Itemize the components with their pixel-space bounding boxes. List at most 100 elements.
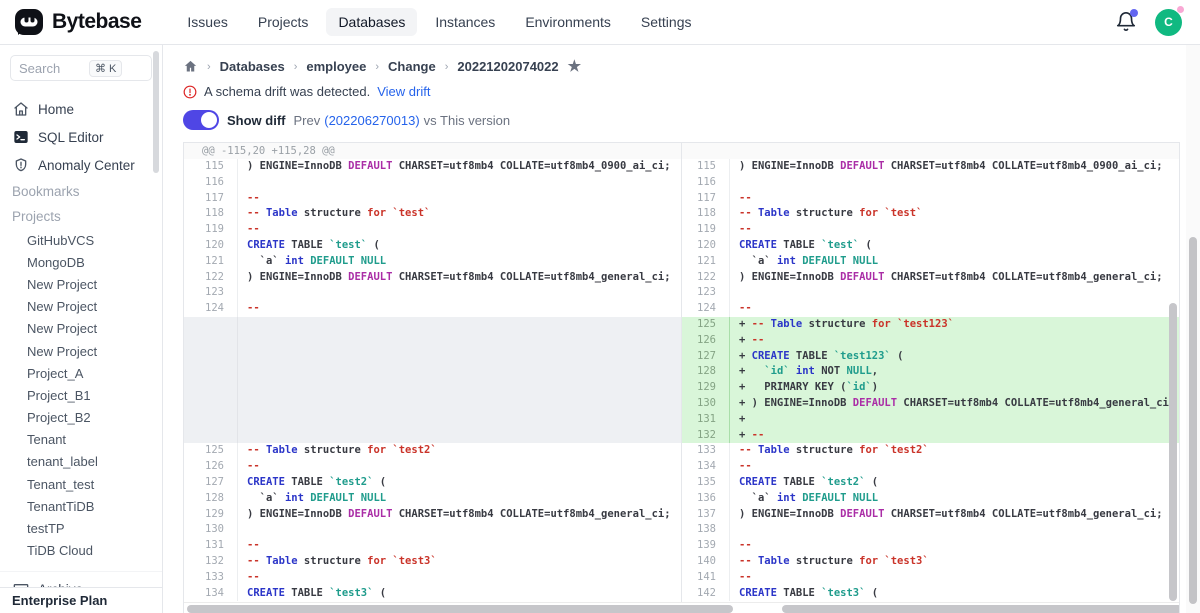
diff-line: 134--: [682, 459, 1179, 475]
project-item[interactable]: Tenant_test: [0, 473, 162, 495]
code-text: --: [730, 538, 1179, 554]
project-item[interactable]: GitHubVCS: [0, 229, 162, 251]
sidebar-item-sql-editor[interactable]: SQL Editor: [0, 123, 162, 151]
code-text: + PRIMARY KEY (`id`): [730, 380, 1179, 396]
project-item[interactable]: Project_A: [0, 362, 162, 384]
diff-horizontal-scrollbar-right[interactable]: [782, 605, 1180, 613]
line-number: 120: [682, 238, 730, 254]
line-number: 115: [184, 159, 238, 175]
breadcrumb-item[interactable]: employee: [306, 59, 366, 74]
sidebar-nav: Home SQL Editor Anomaly Center: [0, 95, 162, 179]
line-number: 118: [682, 206, 730, 222]
line-number: 131: [184, 538, 238, 554]
diff-line: 124--: [682, 301, 1179, 317]
project-item[interactable]: testTP: [0, 517, 162, 539]
page-scrollbar-thumb[interactable]: [1189, 237, 1197, 604]
diff-line: 119--: [184, 222, 681, 238]
show-diff-label: Show diff: [227, 113, 286, 128]
nav-item-projects[interactable]: Projects: [246, 8, 321, 36]
favorite-star-icon[interactable]: ★: [568, 59, 581, 74]
breadcrumb-item[interactable]: 20221202074022: [457, 59, 558, 74]
line-number: 124: [184, 301, 238, 317]
sidebar-item-home[interactable]: Home: [0, 95, 162, 123]
diff-line-added: 125+ -- Table structure for `test123`: [682, 317, 1179, 333]
diff-horizontal-scrollbar-left[interactable]: [187, 605, 733, 613]
project-item[interactable]: TenantTiDB: [0, 495, 162, 517]
nav-item-environments[interactable]: Environments: [513, 8, 623, 36]
code-text: ) ENGINE=InnoDB DEFAULT CHARSET=utf8mb4 …: [238, 270, 681, 286]
nav-item-issues[interactable]: Issues: [175, 8, 239, 36]
diff-line-added: 128+ `id` int NOT NULL,: [682, 364, 1179, 380]
diff-empty-block: [184, 317, 681, 443]
code-text: + --: [730, 428, 1179, 444]
search-input[interactable]: [19, 61, 89, 76]
breadcrumb-item[interactable]: Change: [388, 59, 436, 74]
code-text: -- Table structure for `test2`: [238, 443, 681, 459]
sidebar-scrollbar[interactable]: [153, 51, 159, 173]
sidebar-item-label: SQL Editor: [38, 130, 104, 145]
line-number: 141: [682, 570, 730, 586]
project-item[interactable]: Project_B1: [0, 384, 162, 406]
user-avatar[interactable]: C: [1155, 9, 1182, 36]
project-item[interactable]: New Project: [0, 340, 162, 362]
code-text: ) ENGINE=InnoDB DEFAULT CHARSET=utf8mb4 …: [238, 507, 681, 523]
diff-pane-vertical-scrollbar[interactable]: [1169, 303, 1177, 601]
line-number: 125: [184, 443, 238, 459]
line-number: 132: [682, 428, 730, 444]
diff-line: 135CREATE TABLE `test2` (: [682, 475, 1179, 491]
project-item[interactable]: New Project: [0, 273, 162, 295]
line-number: 115: [682, 159, 730, 175]
bytebase-logo[interactable]: Bytebase: [14, 7, 141, 37]
diff-line-added: 129+ PRIMARY KEY (`id`): [682, 380, 1179, 396]
code-text: + `id` int NOT NULL,: [730, 364, 1179, 380]
diff-line: 121 `a` int DEFAULT NULL: [184, 254, 681, 270]
line-number-gutter: [184, 317, 238, 443]
line-number: 122: [682, 270, 730, 286]
diff-line: 121 `a` int DEFAULT NULL: [682, 254, 1179, 270]
line-number: 136: [682, 491, 730, 507]
prev-version-link[interactable]: (202206270013): [324, 113, 419, 128]
breadcrumb-home-icon[interactable]: [183, 59, 198, 74]
code-text: -- Table structure for `test3`: [730, 554, 1179, 570]
show-diff-toggle[interactable]: [183, 110, 219, 130]
diff-hunk-header: @@ -115,20 +115,28 @@: [184, 143, 681, 159]
nav-item-instances[interactable]: Instances: [423, 8, 507, 36]
project-item[interactable]: Project_B2: [0, 407, 162, 429]
project-item[interactable]: Tenant: [0, 429, 162, 451]
notifications-button[interactable]: [1115, 11, 1137, 33]
code-text: --: [238, 301, 681, 317]
diff-line: 128 `a` int DEFAULT NULL: [184, 491, 681, 507]
diff-line: 116: [682, 175, 1179, 191]
line-number: 134: [184, 586, 238, 602]
project-item[interactable]: New Project: [0, 318, 162, 340]
bytebase-logo-icon: [14, 7, 44, 37]
project-item[interactable]: MongoDB: [0, 251, 162, 273]
nav-item-settings[interactable]: Settings: [629, 8, 704, 36]
line-number: 124: [682, 301, 730, 317]
diff-line-added: 132+ --: [682, 428, 1179, 444]
diff-line: 120CREATE TABLE `test` (: [682, 238, 1179, 254]
diff-line: 130: [184, 522, 681, 538]
project-item[interactable]: TiDB Cloud: [0, 540, 162, 562]
project-item[interactable]: tenant_label: [0, 451, 162, 473]
project-item[interactable]: New Project: [0, 296, 162, 318]
alert-text: A schema drift was detected.: [204, 84, 370, 99]
line-number: 130: [682, 396, 730, 412]
diff-line: 122) ENGINE=InnoDB DEFAULT CHARSET=utf8m…: [184, 270, 681, 286]
code-text: --: [730, 191, 1179, 207]
code-text: ) ENGINE=InnoDB DEFAULT CHARSET=utf8mb4 …: [730, 159, 1179, 175]
code-text: + ) ENGINE=InnoDB DEFAULT CHARSET=utf8mb…: [730, 396, 1179, 412]
diff-line: 122) ENGINE=InnoDB DEFAULT CHARSET=utf8m…: [682, 270, 1179, 286]
diff-line: 124--: [184, 301, 681, 317]
view-drift-link[interactable]: View drift: [377, 84, 430, 99]
diff-line: 115) ENGINE=InnoDB DEFAULT CHARSET=utf8m…: [682, 159, 1179, 175]
breadcrumb-item[interactable]: Databases: [220, 59, 285, 74]
nav-item-databases[interactable]: Databases: [326, 8, 417, 36]
code-text: -- Table structure for `test3`: [238, 554, 681, 570]
line-number: 142: [682, 586, 730, 602]
notification-badge: [1130, 9, 1138, 17]
sidebar-item-archive[interactable]: Archive: [0, 576, 162, 587]
code-text: --: [730, 222, 1179, 238]
code-text: `a` int DEFAULT NULL: [238, 254, 681, 270]
sidebar-item-anomaly-center[interactable]: Anomaly Center: [0, 151, 162, 179]
